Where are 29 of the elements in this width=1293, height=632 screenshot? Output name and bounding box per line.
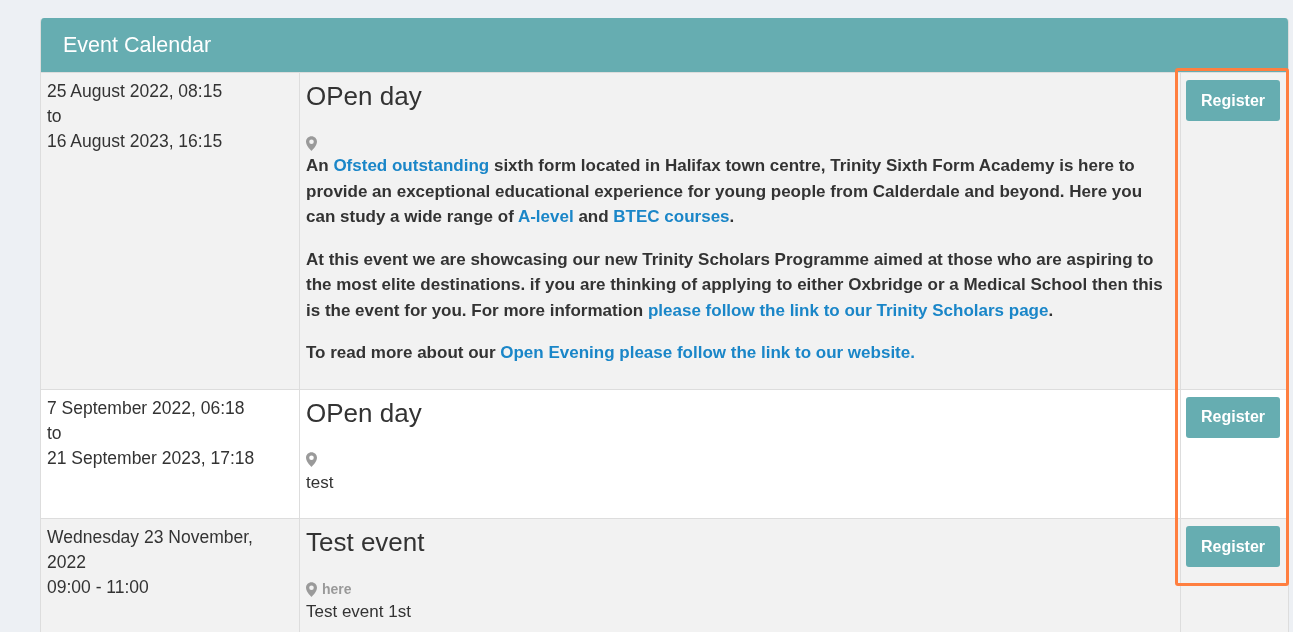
description-paragraph: Test event 1st xyxy=(306,601,412,623)
date-text: 16 August 2023, 16:15 xyxy=(47,130,224,153)
date-text: 7 September 2022, 06:18 xyxy=(47,396,246,420)
date-text: 09:00 - 11:00 xyxy=(47,576,150,599)
link[interactable]: A-level xyxy=(517,207,574,226)
event-title: OPen day xyxy=(306,81,422,111)
location-text: here xyxy=(322,579,352,599)
location-pin-icon xyxy=(306,452,317,467)
description-paragraph: At this event we are showcasing our new Trinity Scholars Programme aimed at those who are aspiring to the most elite destinations. if you are thinking of applying to either Oxbridge or a Medical School then this is the event for you. For more information please follow the link to our Trinity Scholars page. xyxy=(306,248,1164,322)
date-text: to xyxy=(47,105,63,128)
link[interactable]: please follow the link to our Trinity Scholars page xyxy=(647,300,1049,320)
header-title: Event Calendar xyxy=(63,31,212,59)
register-button[interactable]: Register xyxy=(1186,396,1280,438)
link[interactable]: BTEC courses xyxy=(613,207,730,226)
description-paragraph: An Ofsted outstanding sixth form located in Halifax town centre, Trinity Sixth Form Academy is here to provide an exceptional educational experience for young people from Calderdale and beyond. Here you can study a wide range of A-level and BTEC courses. xyxy=(306,155,1144,228)
location-pin-icon xyxy=(306,581,317,597)
location-pin-icon xyxy=(306,135,317,151)
date-text: 25 August 2022, 08:15 xyxy=(47,80,224,103)
event-title: Test event xyxy=(306,527,425,557)
link[interactable]: Ofsted outstanding xyxy=(333,156,490,175)
description-paragraph: test xyxy=(306,471,335,494)
description-paragraph: To read more about our Open Evening please follow the link to our website. xyxy=(306,342,916,364)
date-text: Wednesday 23 November, 2022 xyxy=(47,526,254,574)
link[interactable]: Open Evening please follow the link to our website. xyxy=(500,343,915,362)
register-button[interactable]: Register xyxy=(1186,80,1280,121)
date-text: to xyxy=(47,421,63,445)
event-title: OPen day xyxy=(306,397,422,428)
register-button[interactable]: Register xyxy=(1186,526,1280,567)
date-text: 21 September 2023, 17:18 xyxy=(47,446,256,470)
